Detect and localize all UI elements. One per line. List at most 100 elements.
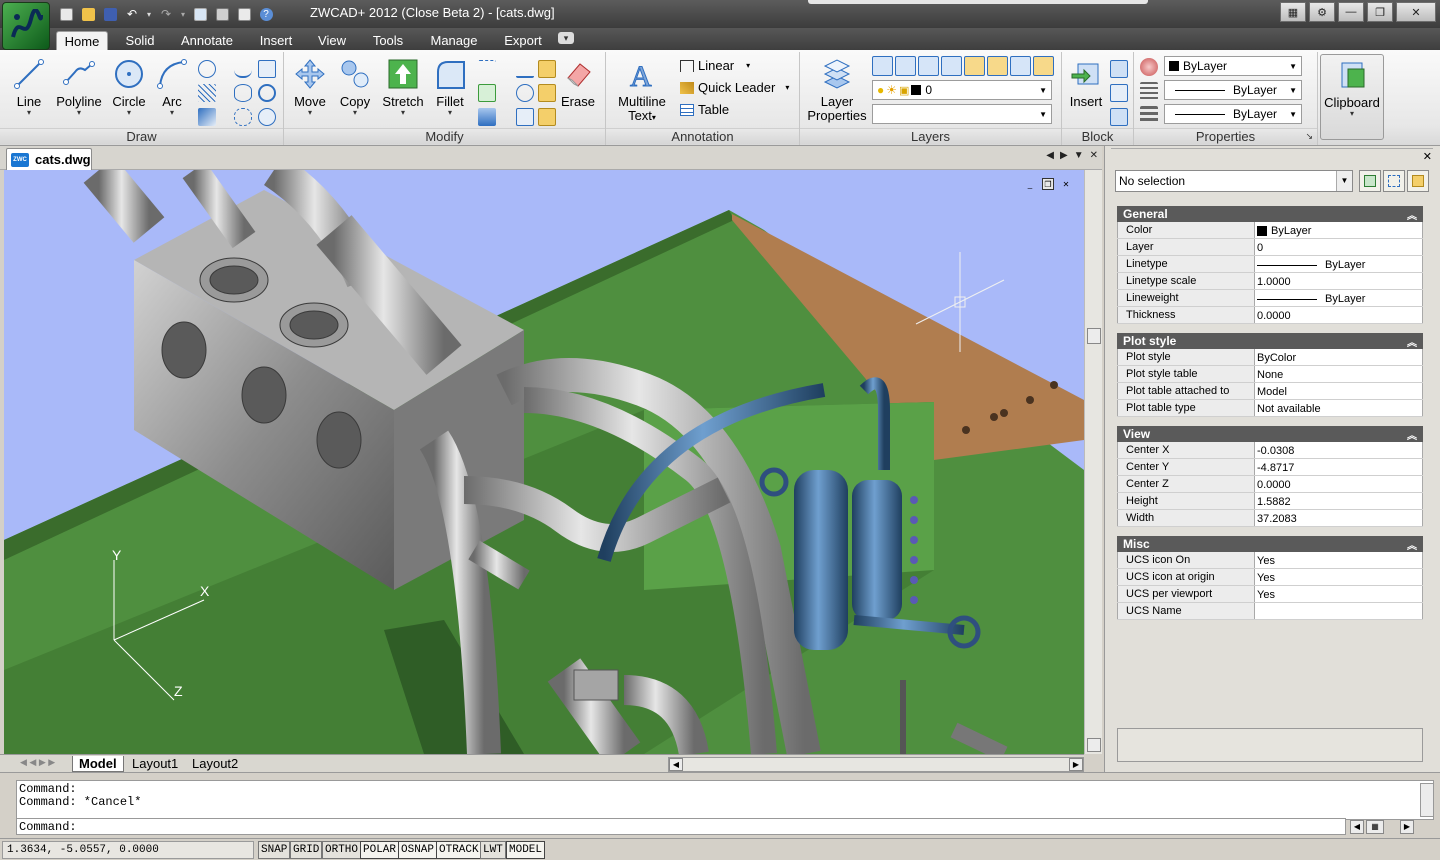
selection-dropdown[interactable]: No selection ▼ <box>1115 170 1353 192</box>
scroll-right-icon[interactable]: ▶ <box>1060 150 1068 161</box>
collapse-icon[interactable]: ︽ <box>1407 427 1417 442</box>
block-attribute-icon[interactable] <box>1110 108 1128 126</box>
lineweight-dropdown[interactable]: ByLayer ▼ <box>1164 104 1302 124</box>
print-icon[interactable] <box>212 4 232 24</box>
offset-icon[interactable] <box>478 84 496 102</box>
modify-panel-label[interactable]: Modify <box>284 128 605 144</box>
property-row[interactable]: Layer 0 <box>1117 239 1423 256</box>
ribbon-minimize-icon[interactable]: ▾ <box>558 32 574 44</box>
layer-tool-3-icon[interactable] <box>918 56 939 76</box>
undo-dropdown-icon[interactable]: ▾ <box>144 4 154 24</box>
donut-icon[interactable] <box>258 84 276 102</box>
command-thumb[interactable]: ▦ <box>1366 820 1384 834</box>
layer-state-dropdown[interactable]: ▼ <box>872 104 1052 124</box>
block-panel-label[interactable]: Block <box>1062 128 1133 144</box>
undo-icon[interactable]: ↶ <box>122 4 142 24</box>
general-section-header[interactable]: General ︽ <box>1117 206 1423 222</box>
revcloud-icon[interactable] <box>234 108 252 126</box>
otrack-toggle[interactable]: OTRACK <box>436 841 482 859</box>
extend-icon[interactable] <box>538 60 556 78</box>
palette-grip[interactable] <box>1111 148 1433 156</box>
explode-icon[interactable] <box>538 108 556 126</box>
match-properties-icon[interactable] <box>1140 58 1158 76</box>
model-viewport[interactable]: Y X Z _ ❐ ✕ <box>4 170 1084 754</box>
trim-icon[interactable] <box>478 60 496 78</box>
tab-solid[interactable]: Solid <box>118 31 162 50</box>
property-row[interactable]: Plot table attached to Model <box>1117 383 1423 400</box>
spline-icon[interactable] <box>234 60 252 78</box>
tab-export[interactable]: Export <box>498 31 548 50</box>
properties-panel-label[interactable]: Properties ↘ <box>1134 128 1317 144</box>
toggle-pickadd-icon[interactable] <box>1359 170 1381 192</box>
layout-nav-icon[interactable]: ◀ ◀ ▶ ▶ <box>20 757 55 768</box>
property-row[interactable]: UCS icon On Yes <box>1117 552 1423 569</box>
clipboard-button[interactable]: Clipboard ▾ <box>1321 55 1383 118</box>
panel-launcher-icon[interactable]: ↘ <box>1305 131 1313 142</box>
command-input[interactable]: Command: <box>16 818 1346 835</box>
lwt-toggle[interactable]: LWT <box>480 841 506 859</box>
view-section-header[interactable]: View ︽ <box>1117 426 1423 442</box>
layer-tool-8-icon[interactable] <box>1033 56 1054 76</box>
palette-close-icon[interactable]: ✕ <box>1423 150 1432 163</box>
tab-model[interactable]: Model <box>72 756 124 772</box>
restore-button[interactable]: ❐ <box>1367 2 1393 22</box>
linear-dim-button[interactable]: Linear ▾ <box>680 58 750 73</box>
vertical-scrollbar[interactable] <box>1084 170 1102 754</box>
insert-block-button[interactable]: Insert <box>1064 54 1108 109</box>
select-objects-icon[interactable] <box>1383 170 1405 192</box>
property-row[interactable]: Plot style table None <box>1117 366 1423 383</box>
draw-panel-label[interactable]: Draw <box>0 128 283 144</box>
property-row[interactable]: Thickness 0.0000 <box>1117 307 1423 324</box>
move-button[interactable]: Move ▾ <box>288 54 332 117</box>
property-row[interactable]: Height 1.5882 <box>1117 493 1423 510</box>
tab-layout2[interactable]: Layout2 <box>186 756 244 772</box>
property-row[interactable]: Lineweight ByLayer <box>1117 290 1423 307</box>
region-icon[interactable] <box>258 108 276 126</box>
redo-icon[interactable]: ↷ <box>156 4 176 24</box>
property-row[interactable]: UCS icon at origin Yes <box>1117 569 1423 586</box>
polar-toggle[interactable]: POLAR <box>360 841 400 859</box>
linetype-icon[interactable] <box>1140 82 1158 100</box>
tab-manage[interactable]: Manage <box>424 31 484 50</box>
scroll-down-button[interactable] <box>1087 738 1101 752</box>
mirror-icon[interactable] <box>516 60 534 78</box>
viewport-close-icon[interactable]: ✕ <box>1060 178 1072 190</box>
model-toggle[interactable]: MODEL <box>506 841 546 859</box>
quick-leader-button[interactable]: Quick Leader ▾ <box>680 80 789 95</box>
viewport-restore-icon[interactable]: ❐ <box>1042 178 1054 190</box>
copy-button[interactable]: Copy ▾ <box>334 54 376 117</box>
color-dropdown[interactable]: ByLayer ▼ <box>1164 56 1302 76</box>
layers-panel-label[interactable]: Layers <box>800 128 1061 144</box>
collapse-icon[interactable]: ︽ <box>1407 537 1417 552</box>
collapse-icon[interactable]: ︽ <box>1407 207 1417 222</box>
create-block-icon[interactable] <box>1110 60 1128 78</box>
lineweight-icon[interactable] <box>1140 106 1158 124</box>
property-row[interactable]: UCS Name <box>1117 603 1423 620</box>
property-row[interactable]: Linetype ByLayer <box>1117 256 1423 273</box>
help-icon[interactable]: ? <box>256 4 276 24</box>
property-row[interactable]: Color ByLayer <box>1117 222 1423 239</box>
horizontal-scrollbar[interactable]: ◀ ▶ <box>668 757 1084 772</box>
minimize-button[interactable]: — <box>1338 2 1364 22</box>
open-file-icon[interactable] <box>78 4 98 24</box>
command-scroll-right-button[interactable]: ▶ <box>1400 820 1414 834</box>
property-row[interactable]: Center Y -4.8717 <box>1117 459 1423 476</box>
scroll-thumb[interactable] <box>1087 328 1101 344</box>
tab-annotate[interactable]: Annotate <box>174 31 240 50</box>
circle-button[interactable]: Circle ▾ <box>108 54 150 117</box>
layer-properties-button[interactable]: Layer Properties <box>804 54 870 123</box>
ortho-toggle[interactable]: ORTHO <box>322 841 362 859</box>
workspace-icon[interactable]: ▦ <box>1280 2 1306 22</box>
grid-toggle[interactable]: GRID <box>290 841 323 859</box>
property-row[interactable]: Center Z 0.0000 <box>1117 476 1423 493</box>
layer-dropdown[interactable]: ● ☀ ▣ 0 ▼ <box>872 80 1052 100</box>
property-row[interactable]: UCS per viewport Yes <box>1117 586 1423 603</box>
new-file-icon[interactable] <box>56 4 76 24</box>
layer-tool-6-icon[interactable] <box>987 56 1008 76</box>
quick-select-icon[interactable] <box>1407 170 1429 192</box>
publish-icon[interactable] <box>234 4 254 24</box>
multiline-text-button[interactable]: A Multiline Text▾ <box>612 54 672 125</box>
options-icon[interactable]: ⚙ <box>1309 2 1335 22</box>
line-button[interactable]: Line ▾ <box>8 54 50 117</box>
viewport-minimize-icon[interactable]: _ <box>1024 178 1036 190</box>
